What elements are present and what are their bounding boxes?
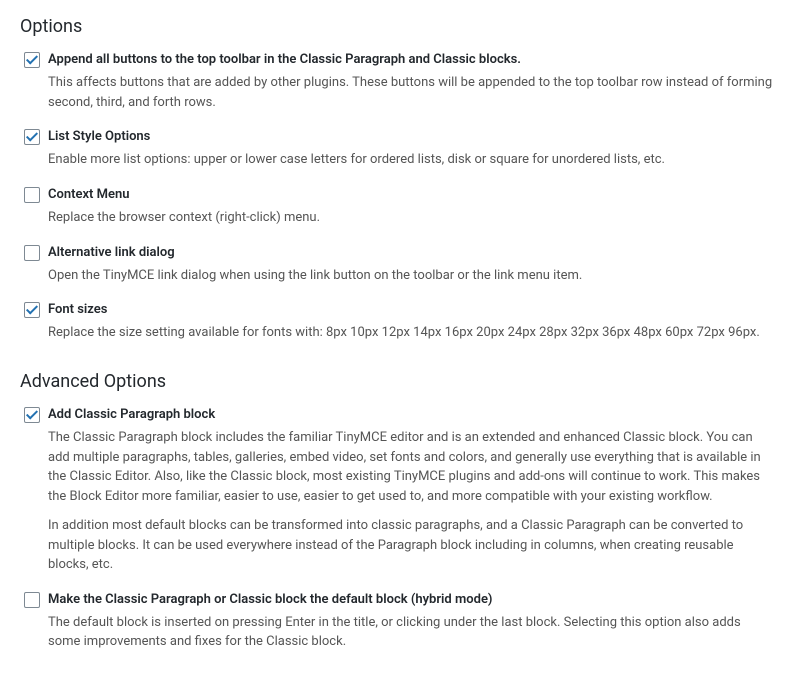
option-label[interactable]: Context Menu bbox=[48, 186, 775, 204]
option-description: Enable more list options: upper or lower… bbox=[48, 150, 775, 170]
options-heading: Options bbox=[20, 16, 775, 37]
checkbox-list-style[interactable] bbox=[24, 129, 40, 145]
option-classic-paragraph: Add Classic Paragraph block The Classic … bbox=[20, 406, 775, 575]
option-list-style: List Style Options Enable more list opti… bbox=[20, 128, 775, 170]
checkbox-classic-paragraph[interactable] bbox=[24, 407, 40, 423]
option-description: Open the TinyMCE link dialog when using … bbox=[48, 266, 775, 286]
option-description: Replace the browser context (right-click… bbox=[48, 208, 775, 228]
option-label[interactable]: Alternative link dialog bbox=[48, 244, 775, 262]
option-content: Add Classic Paragraph block The Classic … bbox=[48, 406, 775, 575]
option-content: Alternative link dialog Open the TinyMCE… bbox=[48, 244, 775, 286]
option-description: The default block is inserted on pressin… bbox=[48, 613, 775, 652]
option-alt-link-dialog: Alternative link dialog Open the TinyMCE… bbox=[20, 244, 775, 286]
checkbox-append-buttons[interactable] bbox=[24, 52, 40, 68]
checkbox-font-sizes[interactable] bbox=[24, 302, 40, 318]
option-description: This affects buttons that are added by o… bbox=[48, 73, 775, 112]
option-hybrid-mode: Make the Classic Paragraph or Classic bl… bbox=[20, 591, 775, 652]
option-label[interactable]: Add Classic Paragraph block bbox=[48, 406, 775, 424]
checkbox-hybrid-mode[interactable] bbox=[24, 592, 40, 608]
option-append-buttons: Append all buttons to the top toolbar in… bbox=[20, 51, 775, 112]
option-label[interactable]: Append all buttons to the top toolbar in… bbox=[48, 51, 775, 69]
option-content: List Style Options Enable more list opti… bbox=[48, 128, 775, 170]
option-font-sizes: Font sizes Replace the size setting avai… bbox=[20, 301, 775, 343]
option-description: Replace the size setting available for f… bbox=[48, 323, 775, 343]
option-content: Make the Classic Paragraph or Classic bl… bbox=[48, 591, 775, 652]
option-description: The Classic Paragraph block includes the… bbox=[48, 428, 775, 506]
option-label[interactable]: Make the Classic Paragraph or Classic bl… bbox=[48, 591, 775, 609]
option-label[interactable]: Font sizes bbox=[48, 301, 775, 319]
option-label[interactable]: List Style Options bbox=[48, 128, 775, 146]
option-content: Font sizes Replace the size setting avai… bbox=[48, 301, 775, 343]
option-context-menu: Context Menu Replace the browser context… bbox=[20, 186, 775, 228]
checkbox-context-menu[interactable] bbox=[24, 187, 40, 203]
option-description-2: In addition most default blocks can be t… bbox=[48, 516, 775, 575]
advanced-options-heading: Advanced Options bbox=[20, 371, 775, 392]
option-content: Append all buttons to the top toolbar in… bbox=[48, 51, 775, 112]
checkbox-alt-link-dialog[interactable] bbox=[24, 245, 40, 261]
option-content: Context Menu Replace the browser context… bbox=[48, 186, 775, 228]
